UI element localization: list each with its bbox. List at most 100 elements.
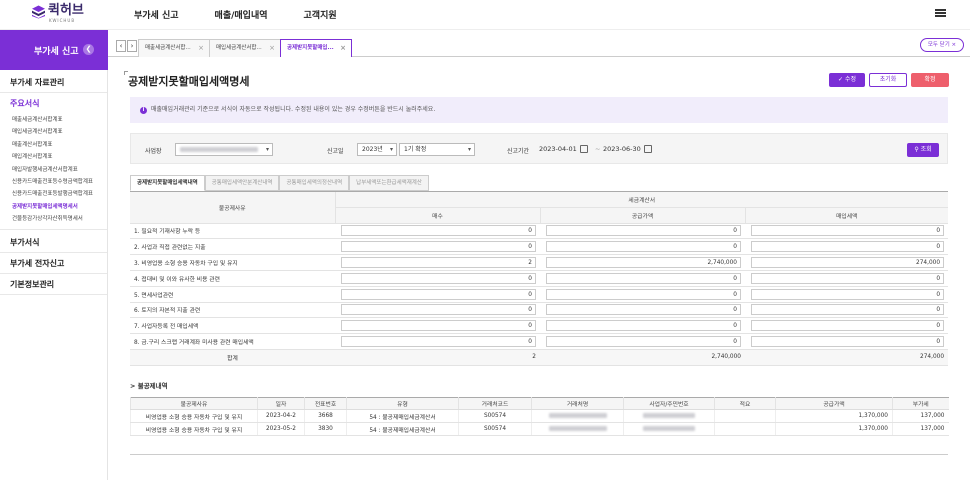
calendar-icon[interactable]: [643, 145, 652, 153]
tab-prev-icon[interactable]: ‹: [116, 40, 126, 52]
detail-date: 2023-05-2: [257, 422, 305, 436]
tax-input[interactable]: 0: [751, 304, 945, 316]
tab-nondeductible[interactable]: 공제받지못할매입세액내역: [130, 175, 205, 191]
tab-common-allocation[interactable]: 공통매입세액안분계산내역: [204, 175, 280, 191]
tax-cell: 0: [745, 317, 949, 335]
tax-cell: 274,000: [745, 254, 949, 271]
nav-sales-purchase[interactable]: 매출/매입내역: [215, 8, 268, 21]
year-select[interactable]: 2023년: [357, 143, 397, 156]
sidebar-item-active[interactable]: 공제받지못할매입세액명세서: [0, 201, 107, 213]
count-input[interactable]: 0: [341, 288, 536, 300]
detail-reason: 비영업용 소형 승용 자동차 구입 및 유지: [130, 409, 258, 423]
sidebar-section-efile[interactable]: 부가세 전자신고: [0, 253, 107, 274]
detail-col-header[interactable]: 일자: [257, 397, 305, 410]
sidebar-item[interactable]: 신용카드매출전표등발행금액합계표: [0, 188, 107, 200]
logo-text: 퀵허브: [48, 3, 84, 18]
tab-recalculation[interactable]: 납부세액또는환급세액재계산: [349, 175, 429, 191]
supply-input[interactable]: 0: [546, 304, 741, 316]
tax-input[interactable]: 0: [751, 288, 945, 300]
tax-input[interactable]: 0: [751, 272, 945, 284]
date-from-field[interactable]: 2023-04-01: [539, 143, 588, 156]
detail-col-header[interactable]: 유형: [346, 397, 459, 410]
supply-input[interactable]: 0: [546, 320, 741, 332]
detail-col-header[interactable]: 공급가액: [775, 397, 893, 410]
count-input[interactable]: 0: [341, 225, 536, 237]
sidebar: 부가세 자료관리 주요서식 매출세금계산서합계표 매입세금계산서합계표 매출계산…: [0, 70, 108, 480]
window-tab-active[interactable]: 공제받지못할매입... ×: [280, 39, 352, 57]
tax-input[interactable]: 0: [751, 320, 945, 332]
detail-col-header[interactable]: 불공제사유: [130, 397, 258, 410]
count-input[interactable]: 0: [341, 304, 536, 316]
tab-common-settlement[interactable]: 공통매입세액의정산내역: [279, 175, 350, 191]
sidebar-item[interactable]: 매입계산서합계표: [0, 151, 107, 163]
nav-vat-report[interactable]: 부가세 신고: [134, 8, 179, 21]
detail-vendor: [531, 422, 624, 436]
supply-input[interactable]: 0: [546, 225, 741, 237]
tax-input[interactable]: 274,000: [751, 257, 945, 269]
count-input[interactable]: 0: [341, 320, 536, 332]
date-to-field[interactable]: 2023-06-30: [603, 143, 652, 156]
save-button[interactable]: ✓ 수정: [829, 73, 865, 87]
count-input[interactable]: 0: [341, 336, 536, 348]
sidebar-item[interactable]: 신용카드매출전표등수령금액합계표: [0, 176, 107, 188]
logo-icon: [32, 5, 45, 19]
close-icon[interactable]: ×: [198, 40, 204, 57]
detail-memo: [714, 409, 776, 423]
notice-text: 매출매입거래관리 기준으로 서식이 자동으로 작성됩니다. 수정된 내용이 있는…: [151, 106, 436, 113]
supply-input[interactable]: 0: [546, 288, 741, 300]
close-icon[interactable]: ×: [340, 40, 346, 57]
supply-cell: 2,740,000: [540, 254, 745, 271]
tax-input[interactable]: 0: [751, 336, 945, 348]
tax-input[interactable]: 0: [751, 241, 945, 253]
detail-col-header[interactable]: 적요: [714, 397, 776, 410]
supply-input[interactable]: 0: [546, 241, 741, 253]
calendar-icon[interactable]: [579, 145, 588, 153]
menu-icon[interactable]: [935, 9, 946, 17]
detail-title: > 불공제내역: [130, 382, 168, 390]
window-tab[interactable]: 매출세금계산서합... ×: [138, 39, 210, 57]
search-button[interactable]: ⚲ 조회: [907, 143, 939, 157]
detail-col-header[interactable]: 거래처코드: [458, 397, 532, 410]
logo[interactable]: 퀵허브 KWICHUB: [32, 3, 84, 23]
supply-input[interactable]: 0: [546, 272, 741, 284]
detail-col-header[interactable]: 사업자/주민번호: [623, 397, 715, 410]
tab-next-icon[interactable]: ›: [127, 40, 137, 52]
collapse-icon[interactable]: ❮: [83, 44, 94, 55]
count-input[interactable]: 2: [341, 257, 536, 269]
window-tab[interactable]: 매입세금계산서합... ×: [209, 39, 281, 57]
sidebar-item[interactable]: 건물등감가상각자산취득명세서: [0, 213, 107, 225]
detail-code: S00574: [458, 409, 532, 423]
detail-col-header[interactable]: 전표번호: [304, 397, 347, 410]
term-select[interactable]: 1기 확정: [399, 143, 475, 156]
count-input[interactable]: 0: [341, 241, 536, 253]
sidebar-item[interactable]: 매입세금계산서합계표: [0, 126, 107, 138]
sidebar-item[interactable]: 매입자발행세금계산서합계표: [0, 164, 107, 176]
detail-bizno: [623, 422, 715, 436]
detail-col-header[interactable]: 부가세: [892, 397, 949, 410]
count-input[interactable]: 0: [341, 272, 536, 284]
sidebar-list: 매출세금계산서합계표 매입세금계산서합계표 매출계산서합계표 매입계산서합계표 …: [0, 114, 107, 230]
sidebar-item[interactable]: 매출계산서합계표: [0, 139, 107, 151]
close-icon[interactable]: ×: [269, 40, 275, 57]
nav-support[interactable]: 고객지원: [304, 8, 337, 21]
detail-row[interactable]: 비영업용 소형 승용 자동차 구입 및 유지 2023-05-2 3830 54 : …: [130, 422, 949, 436]
detail-col-header[interactable]: 거래처명: [531, 397, 624, 410]
sidebar-main-forms[interactable]: 주요서식: [0, 93, 107, 114]
sidebar-section-data[interactable]: 부가세 자료관리: [0, 72, 107, 93]
sidebar-header: 부가세 신고 ❮: [0, 30, 108, 70]
supply-input[interactable]: 0: [546, 336, 741, 348]
detail-row[interactable]: 비영업용 소형 승용 자동차 구입 및 유지 2023-04-2 3668 54 : …: [130, 409, 949, 423]
close-all-button[interactable]: 모두 닫기 ×: [920, 38, 964, 52]
table-row: 3. 비영업용 소형 승용 자동차 구입 및 유지 2 2,740,000 274,0…: [130, 254, 949, 271]
sidebar-section-extra[interactable]: 부가서식: [0, 232, 107, 253]
sidebar-item[interactable]: 매출세금계산서합계표: [0, 114, 107, 126]
reason-cell: 4. 접대비 및 이와 유사한 비용 관련: [130, 270, 335, 287]
reset-button[interactable]: 초기화: [869, 73, 907, 87]
count-cell: 0: [335, 238, 540, 256]
tax-input[interactable]: 0: [751, 225, 945, 237]
sidebar-section-info[interactable]: 기본정보관리: [0, 274, 107, 295]
count-cell: 0: [335, 223, 540, 240]
confirm-button[interactable]: 확정: [911, 73, 949, 87]
business-select[interactable]: [175, 143, 273, 156]
supply-input[interactable]: 2,740,000: [546, 257, 741, 269]
